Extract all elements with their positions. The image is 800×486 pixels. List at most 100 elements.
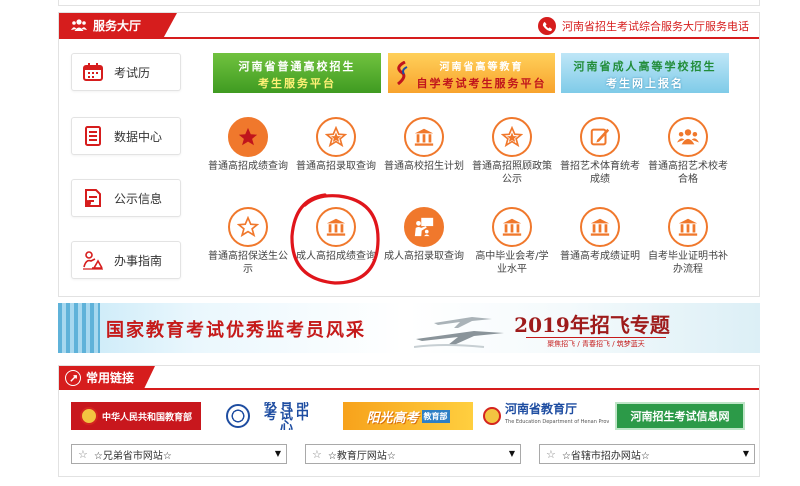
link-english-text: The Education Department of Henan Provin… — [505, 419, 609, 425]
service-college-enrollment-plan[interactable]: 普通高校招生计划 — [384, 117, 464, 193]
service-recommended-students[interactable]: 普通高招保送生公示 — [208, 207, 288, 283]
service-gaokao-admission-query[interactable]: 普通高招录取查询 — [296, 117, 376, 193]
side-menu-label: 公示信息 — [114, 191, 163, 206]
service-label: 普通高招保送生公示 — [208, 251, 288, 275]
banner-excellent-invigilators-text: 国家教育考试优秀监考员风采 — [106, 320, 366, 341]
side-menu-exam-calendar[interactable]: 考试历 — [71, 53, 181, 91]
building-icon — [326, 218, 346, 236]
select-value: ☆省辖市招办网站☆ — [561, 450, 650, 462]
banner-college-admission-platform[interactable]: 河南省普通高校招生 考生服务平台 — [213, 53, 381, 93]
link-text: 教育部考试中心 — [263, 402, 312, 430]
service-icon-circle — [668, 207, 708, 247]
service-label: 自考毕业证明书补办流程 — [648, 251, 728, 275]
common-links-panel: 常用链接 中华人民共和国教育部 教育部考试中心 阳光高考 教育部 河南省教育厅 … — [58, 365, 760, 477]
side-menu-label: 数据中心 — [114, 129, 163, 144]
banner-pilot-recruitment-2019[interactable]: 2019年招飞专题 聚焦招飞 / 青春招飞 / 筑梦蓝天 — [408, 303, 760, 353]
service-label: 成人高招录取查询 — [384, 251, 464, 262]
service-art-school-exam-pass[interactable]: 普通高招艺术校考合格 — [648, 117, 728, 193]
people-icon — [71, 19, 87, 31]
service-hall-tab: 服务大厅 — [59, 13, 177, 39]
side-menu-public-info[interactable]: 公示信息 — [71, 179, 181, 217]
calendar-icon — [82, 61, 104, 83]
bulletin-icon — [82, 187, 104, 209]
service-icon-circle — [228, 207, 268, 247]
star-icon — [501, 126, 523, 148]
select-city-admission-offices[interactable]: ☆ ☆省辖市招办网站☆ ▼ — [539, 444, 755, 464]
banner-pilot-title: 2019年招飞专题 — [514, 313, 670, 337]
dropdown-arrow-icon: ▼ — [742, 449, 749, 458]
building-icon — [678, 218, 698, 236]
service-icon-circle — [668, 117, 708, 157]
side-menu-service-guide[interactable]: 办事指南 — [71, 241, 181, 279]
banner-stripes-decoration — [58, 303, 100, 353]
previous-panel-edge — [58, 0, 760, 6]
service-hall-title: 服务大厅 — [93, 19, 142, 33]
banner-line1: 河南省成人高等学校招生 — [573, 60, 717, 73]
banner-line1: 河南省普通高校招生 — [238, 60, 356, 73]
service-icon-circle — [580, 207, 620, 247]
link-henan-admission-info-site[interactable]: 河南招生考试信息网 — [615, 402, 745, 430]
select-value: ☆兄弟省市网站☆ — [93, 450, 172, 462]
edit-icon — [590, 128, 610, 146]
side-menu-data-center[interactable]: 数据中心 — [71, 117, 181, 155]
service-adult-admission-query[interactable]: 成人高招录取查询 — [384, 207, 464, 283]
banner-line2: 自学考试考生服务平台 — [416, 77, 547, 90]
service-gaokao-score-certificate[interactable]: 普通高考成绩证明 — [560, 207, 640, 283]
banner-line2: 考生服务平台 — [258, 77, 336, 90]
group-icon — [677, 129, 699, 145]
banner-self-study-exam-platform[interactable]: 河南省高等教育 自学考试考生服务平台 — [388, 53, 555, 93]
fighter-jet-icon — [414, 317, 504, 348]
link-ministry-of-education[interactable]: 中华人民共和国教育部 — [71, 402, 201, 430]
select-sibling-provinces[interactable]: ☆ ☆兄弟省市网站☆ ▼ — [71, 444, 287, 464]
building-icon — [502, 218, 522, 236]
banner-pilot-subtitle: 聚焦招飞 / 青春招飞 / 筑梦蓝天 — [526, 337, 666, 349]
service-label: 普通高招艺术校考合格 — [648, 161, 728, 185]
service-label: 普通高招照顾政策公示 — [472, 161, 552, 185]
building-icon — [590, 218, 610, 236]
banner-line1: 河南省高等教育 — [439, 62, 524, 73]
service-icon-circle — [404, 117, 444, 157]
service-label: 普通高考成绩证明 — [560, 251, 640, 262]
phone-icon — [538, 17, 556, 35]
service-icon-circle — [492, 207, 532, 247]
link-henan-education-department[interactable]: 河南省教育厅 The Education Department of Henan… — [479, 402, 609, 430]
star-icon — [238, 127, 258, 146]
common-links-tab: 常用链接 — [59, 366, 155, 390]
select-value: ☆教育厅网站☆ — [327, 450, 396, 462]
service-label: 成人高招成绩查询 — [296, 251, 376, 262]
service-gaokao-score-query[interactable]: 普通高招成绩查询 — [208, 117, 288, 193]
service-icon-circle — [316, 117, 356, 157]
service-high-school-graduation-exam[interactable]: 高中毕业会考/学业水平 — [472, 207, 552, 283]
service-self-study-certificate-reissue[interactable]: 自考毕业证明书补办流程 — [648, 207, 728, 283]
service-label: 普招艺术体育统考成绩 — [560, 161, 640, 185]
guide-person-icon — [82, 249, 104, 271]
service-icon-circle — [404, 207, 444, 247]
national-emblem-icon — [79, 407, 98, 425]
banner-excellent-invigilators[interactable]: 国家教育考试优秀监考员风采 — [58, 303, 402, 353]
service-label: 高中毕业会考/学业水平 — [475, 251, 549, 275]
dropdown-arrow-icon: ▼ — [508, 449, 515, 458]
link-sunshine-gaokao[interactable]: 阳光高考 教育部 — [343, 402, 473, 430]
service-label: 普通高校招生计划 — [384, 161, 464, 172]
link-text: 河南省教育厅 — [505, 402, 578, 416]
star-outline-icon: ☆ — [546, 447, 556, 461]
service-phone-text: 河南省招生考试综合服务大厅服务电话 — [562, 20, 749, 33]
star-outline-icon: ☆ — [78, 447, 88, 461]
service-adult-score-query[interactable]: 成人高招成绩查询 — [296, 207, 376, 283]
national-emblem-icon — [483, 407, 501, 425]
service-label: 普通高招成绩查询 — [208, 161, 288, 172]
service-icon-circle — [492, 117, 532, 157]
service-preferential-policy[interactable]: 普通高招照顾政策公示 — [472, 117, 552, 193]
service-art-sports-exam-score[interactable]: 普招艺术体育统考成绩 — [560, 117, 640, 193]
dropdown-arrow-icon: ▼ — [274, 449, 281, 458]
service-icon-circle — [316, 207, 356, 247]
document-list-icon — [82, 125, 104, 147]
select-education-departments[interactable]: ☆ ☆教育厅网站☆ ▼ — [305, 444, 521, 464]
service-phone[interactable]: 河南省招生考试综合服务大厅服务电话 — [538, 16, 749, 36]
link-national-exam-center[interactable]: 教育部考试中心 — [207, 402, 337, 430]
service-label: 普通高招录取查询 — [296, 161, 376, 172]
link-subtext: 教育部 — [421, 409, 450, 423]
banner-adult-college-registration[interactable]: 河南省成人高等学校招生 考生网上报名 — [561, 53, 729, 93]
presentation-icon — [414, 217, 434, 237]
star-outline-icon: ☆ — [312, 447, 322, 461]
